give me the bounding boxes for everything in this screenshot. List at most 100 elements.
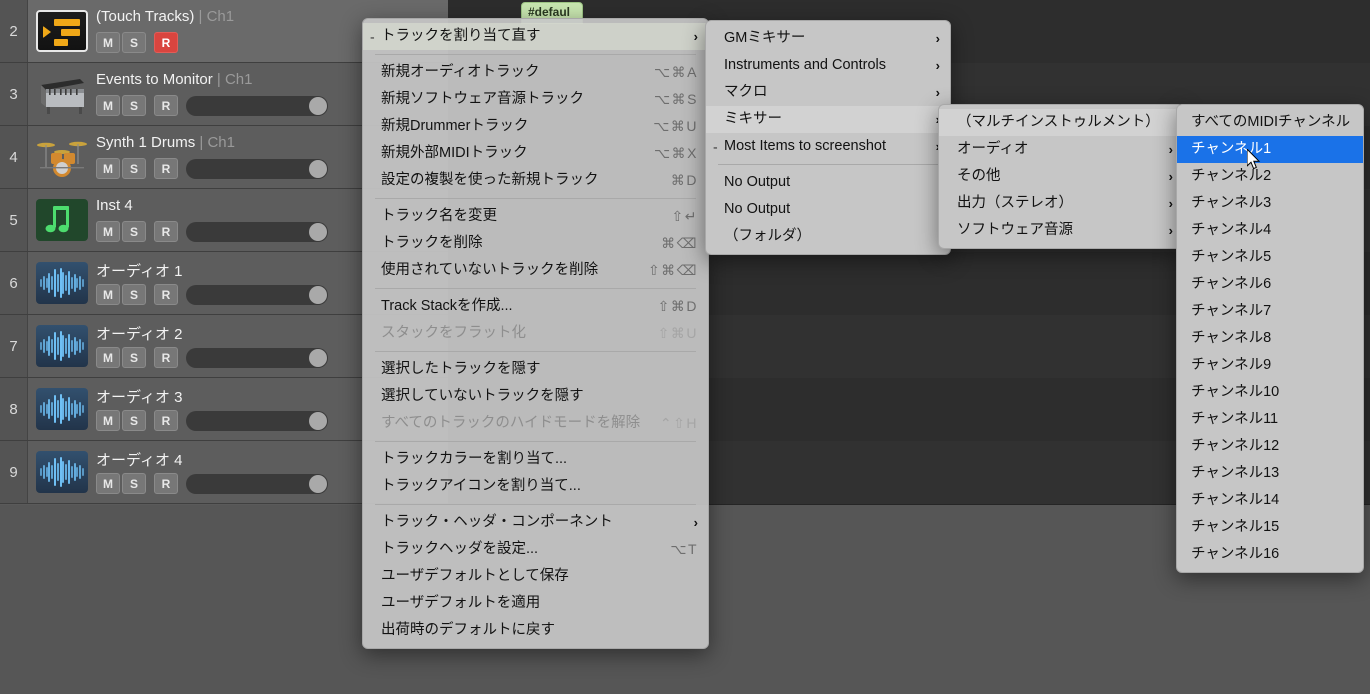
mute-button[interactable]: M: [96, 158, 120, 179]
volume-slider[interactable]: [186, 411, 328, 431]
channel-submenu-item[interactable]: すべてのMIDIチャンネル: [1177, 109, 1363, 136]
track-context-menu-item[interactable]: 使用されていないトラックを削除⇧⌘⌫: [363, 257, 708, 284]
channel-submenu-item[interactable]: チャンネル6: [1177, 271, 1363, 298]
mute-button[interactable]: M: [96, 347, 120, 368]
reassign-submenu-item[interactable]: No Output: [706, 169, 950, 196]
mute-button[interactable]: M: [96, 284, 120, 305]
track-context-menu-item[interactable]: 新規ソフトウェア音源トラック⌥⌘S: [363, 86, 708, 113]
track-context-menu-item[interactable]: 設定の複製を使った新規トラック⌘D: [363, 167, 708, 194]
reassign-submenu-item[interactable]: ミキサー›: [706, 106, 950, 133]
solo-button[interactable]: S: [122, 221, 146, 242]
track-context-menu-item[interactable]: 新規Drummerトラック⌥⌘U: [363, 113, 708, 140]
track-context-menu[interactable]: -トラックを割り当て直す› 新規オーディオトラック⌥⌘A新規ソフトウェア音源トラッ…: [362, 18, 709, 649]
channel-submenu-item[interactable]: チャンネル16: [1177, 541, 1363, 568]
chevron-right-icon: ›: [1169, 163, 1173, 190]
solo-button[interactable]: S: [122, 410, 146, 431]
track-context-menu-item[interactable]: ユーザデフォルトを適用: [363, 590, 708, 617]
channel-submenu-item[interactable]: チャンネル5: [1177, 244, 1363, 271]
mute-button[interactable]: M: [96, 32, 120, 53]
reassign-submenu-item[interactable]: No Output: [706, 196, 950, 223]
volume-slider[interactable]: [186, 474, 328, 494]
record-enable-button[interactable]: R: [154, 410, 178, 431]
track-context-menu-item[interactable]: 選択したトラックを隠す: [363, 356, 708, 383]
track-context-menu-item[interactable]: ユーザデフォルトとして保存: [363, 563, 708, 590]
channel-submenu-item[interactable]: チャンネル7: [1177, 298, 1363, 325]
channel-submenu-item[interactable]: チャンネル3: [1177, 190, 1363, 217]
menu-item-label: 新規Drummerトラック: [381, 113, 635, 140]
mixer-submenu[interactable]: （マルチインストゥルメント）›オーディオ›その他›出力（ステレオ）›ソフトウェア…: [938, 104, 1184, 249]
track-context-menu-item[interactable]: トラック名を変更⇧↵: [363, 203, 708, 230]
track-context-menu-item[interactable]: トラックアイコンを割り当て...: [363, 473, 708, 500]
channel-submenu-item[interactable]: チャンネル12: [1177, 433, 1363, 460]
track-context-menu-item[interactable]: トラックカラーを割り当て...: [363, 446, 708, 473]
reassign-submenu-item[interactable]: GMミキサー›: [706, 25, 950, 52]
reassign-submenu-item[interactable]: マクロ›: [706, 79, 950, 106]
solo-button[interactable]: S: [122, 473, 146, 494]
piano-icon: [36, 73, 88, 115]
menu-item-label: スタックをフラット化: [381, 320, 640, 347]
mixer-submenu-item[interactable]: オーディオ›: [939, 136, 1183, 163]
track-context-menu-item[interactable]: -トラックを割り当て直す›: [363, 23, 708, 50]
reassign-submenu-item[interactable]: -Most Items to screenshot›: [706, 133, 950, 160]
channel-submenu-item[interactable]: チャンネル2: [1177, 163, 1363, 190]
volume-slider-knob[interactable]: [309, 286, 327, 304]
volume-slider[interactable]: [186, 348, 328, 368]
menu-item-shortcut: ⇧⌘D: [658, 293, 698, 320]
solo-button[interactable]: S: [122, 95, 146, 116]
track-context-menu-item[interactable]: スタックをフラット化⇧⌘U: [363, 320, 708, 347]
volume-slider[interactable]: [186, 159, 328, 179]
reassign-submenu-item[interactable]: （フォルダ）: [706, 223, 950, 250]
mixer-submenu-item[interactable]: その他›: [939, 163, 1183, 190]
mixer-submenu-item[interactable]: ソフトウェア音源›: [939, 217, 1183, 244]
volume-slider-knob[interactable]: [309, 412, 327, 430]
track-context-menu-item[interactable]: トラックヘッダを設定...⌥T: [363, 536, 708, 563]
mute-button[interactable]: M: [96, 410, 120, 431]
volume-slider-knob[interactable]: [309, 475, 327, 493]
track-context-menu-item[interactable]: Track Stackを作成...⇧⌘D: [363, 293, 708, 320]
mute-button[interactable]: M: [96, 95, 120, 116]
track-context-menu-item[interactable]: すべてのトラックのハイドモードを解除⌃⇧H: [363, 410, 708, 437]
track-context-menu-item[interactable]: 出荷時のデフォルトに戻す: [363, 617, 708, 644]
mixer-submenu-item[interactable]: 出力（ステレオ）›: [939, 190, 1183, 217]
track-context-menu-item[interactable]: 選択していないトラックを隠す: [363, 383, 708, 410]
reassign-submenu-item[interactable]: Instruments and Controls›: [706, 52, 950, 79]
channel-submenu-item[interactable]: チャンネル14: [1177, 487, 1363, 514]
mixer-submenu-item[interactable]: （マルチインストゥルメント）›: [939, 109, 1183, 136]
channel-submenu-item[interactable]: チャンネル10: [1177, 379, 1363, 406]
track-context-menu-item[interactable]: 新規外部MIDIトラック⌥⌘X: [363, 140, 708, 167]
volume-slider-knob[interactable]: [309, 223, 327, 241]
record-enable-button[interactable]: R: [154, 284, 178, 305]
volume-slider[interactable]: [186, 96, 328, 116]
channel-submenu-item[interactable]: チャンネル8: [1177, 325, 1363, 352]
mute-button[interactable]: M: [96, 473, 120, 494]
record-enable-button[interactable]: R: [154, 158, 178, 179]
volume-slider-knob[interactable]: [309, 349, 327, 367]
solo-button[interactable]: S: [122, 158, 146, 179]
volume-slider-knob[interactable]: [309, 97, 327, 115]
midi-channel-submenu[interactable]: すべてのMIDIチャンネルチャンネル1チャンネル2チャンネル3チャンネル4チャン…: [1176, 104, 1364, 573]
record-enable-button[interactable]: R: [154, 95, 178, 116]
record-enable-button[interactable]: R: [154, 221, 178, 242]
channel-submenu-item[interactable]: チャンネル15: [1177, 514, 1363, 541]
channel-submenu-item[interactable]: チャンネル1: [1177, 136, 1363, 163]
track-context-menu-item[interactable]: トラック・ヘッダ・コンポーネント›: [363, 509, 708, 536]
volume-slider[interactable]: [186, 285, 328, 305]
record-enable-button[interactable]: R: [154, 473, 178, 494]
volume-slider-knob[interactable]: [309, 160, 327, 178]
channel-submenu-item[interactable]: チャンネル13: [1177, 460, 1363, 487]
chevron-right-icon: ›: [936, 52, 940, 79]
channel-submenu-item[interactable]: チャンネル4: [1177, 217, 1363, 244]
channel-submenu-item[interactable]: チャンネル11: [1177, 406, 1363, 433]
track-context-menu-item[interactable]: 新規オーディオトラック⌥⌘A: [363, 59, 708, 86]
reassign-track-submenu[interactable]: GMミキサー›Instruments and Controls›マクロ›ミキサー…: [705, 20, 951, 255]
menu-item-label: チャンネル7: [1191, 298, 1353, 325]
solo-button[interactable]: S: [122, 347, 146, 368]
mute-button[interactable]: M: [96, 221, 120, 242]
record-enable-button[interactable]: R: [154, 347, 178, 368]
solo-button[interactable]: S: [122, 284, 146, 305]
track-context-menu-item[interactable]: トラックを削除⌘⌫: [363, 230, 708, 257]
solo-button[interactable]: S: [122, 32, 146, 53]
channel-submenu-item[interactable]: チャンネル9: [1177, 352, 1363, 379]
volume-slider[interactable]: [186, 222, 328, 242]
record-enable-button[interactable]: R: [154, 32, 178, 53]
